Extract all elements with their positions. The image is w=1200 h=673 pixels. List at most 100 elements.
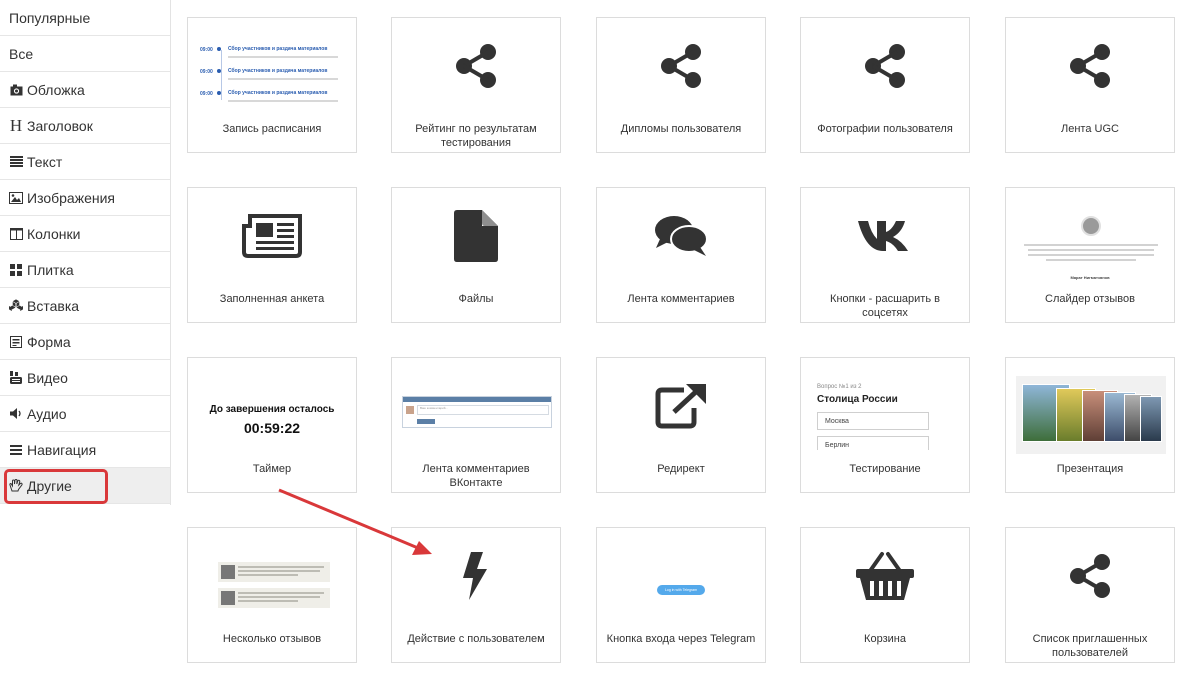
schedule-title: Сбор участников и раздача материалов xyxy=(228,46,328,52)
menu-lines-icon xyxy=(9,443,23,457)
block-card-redirect[interactable]: Редирект xyxy=(596,357,766,493)
card-label: Редирект xyxy=(657,463,705,475)
sidebar-item-popular[interactable]: Популярные xyxy=(0,0,170,36)
sidebar-item-form[interactable]: Форма xyxy=(0,324,170,360)
comments-icon xyxy=(654,215,708,262)
sidebar-item-cover[interactable]: Обложка xyxy=(0,72,170,108)
card-label: Действие с пользователем xyxy=(407,633,545,645)
card-label: Файлы xyxy=(458,293,494,305)
speaker-icon xyxy=(9,407,23,421)
card-label: Рейтинг по результатам тестирования xyxy=(415,123,537,149)
block-card-timer[interactable]: До завершения осталось 00:59:22 Таймер xyxy=(187,357,357,493)
card-label: Фотографии пользователя xyxy=(817,123,953,135)
sidebar-item-label: Текст xyxy=(27,153,63,170)
card-label: Тестирование xyxy=(849,463,921,475)
text-lines-icon xyxy=(9,155,23,169)
block-card-filled-form[interactable]: Заполненная анкета xyxy=(187,187,357,323)
block-card-comments-feed[interactable]: Лента комментариев xyxy=(596,187,766,323)
sidebar-item-label: Другие xyxy=(27,477,72,494)
sidebar-item-label: Обложка xyxy=(27,81,85,98)
cubes-icon xyxy=(9,299,23,313)
sidebar-item-columns[interactable]: Колонки xyxy=(0,216,170,252)
sidebar-item-audio[interactable]: Аудио xyxy=(0,396,170,432)
block-card-user-action[interactable]: Действие с пользователем xyxy=(391,527,561,663)
block-card-multiple-reviews[interactable]: Несколько отзывов xyxy=(187,527,357,663)
sidebar-item-embed[interactable]: Вставка xyxy=(0,288,170,324)
sidebar-item-other[interactable]: Другие xyxy=(0,468,170,504)
schedule-preview: 09:00 Сбор участников и раздача материало… xyxy=(200,46,348,112)
sidebar-item-label: Форма xyxy=(27,333,71,350)
schedule-title: Сбор участников и раздача материалов xyxy=(228,90,328,96)
answer-option: Москва xyxy=(817,412,929,430)
sidebar-item-label: Навигация xyxy=(27,441,97,458)
block-card-schedule[interactable]: 09:00 Сбор участников и раздача материало… xyxy=(187,17,357,153)
block-card-social-share[interactable]: Кнопки - расшарить в соцсетях xyxy=(800,187,970,323)
card-label: Слайдер отзывов xyxy=(1045,293,1135,305)
card-label: Лента комментариев xyxy=(627,293,735,305)
sidebar-item-video[interactable]: Видео xyxy=(0,360,170,396)
card-label: Презентация xyxy=(1056,463,1124,475)
card-label: Заполненная анкета xyxy=(219,293,325,305)
card-label: Кнопки - расшарить в соцсетях xyxy=(830,293,940,319)
sidebar-item-label: Видео xyxy=(27,369,68,386)
sidebar-item-tiles[interactable]: Плитка xyxy=(0,252,170,288)
schedule-time: 09:00 xyxy=(200,69,213,75)
block-card-invited-users[interactable]: Список приглашенных пользователей xyxy=(1005,527,1175,663)
sidebar-item-label: Плитка xyxy=(27,261,74,278)
sidebar-item-images[interactable]: Изображения xyxy=(0,180,170,216)
block-card-ugc-feed[interactable]: Лента UGC xyxy=(1005,17,1175,153)
card-label: Лента комментариев ВКонтакте xyxy=(422,463,530,489)
image-icon xyxy=(9,191,23,205)
review-preview xyxy=(218,588,330,608)
reviewer-name: Марат Нигматзянов xyxy=(1070,275,1110,280)
share-icon xyxy=(1067,553,1113,604)
block-card-testing[interactable]: Вопрос №1 из 2 Столица России Москва Бер… xyxy=(800,357,970,493)
block-card-diplomas[interactable]: Дипломы пользователя xyxy=(596,17,766,153)
sidebar-item-heading[interactable]: H Заголовок xyxy=(0,108,170,144)
card-label: Список приглашенных пользователей xyxy=(1032,633,1148,659)
sidebar-item-text[interactable]: Текст xyxy=(0,144,170,180)
block-card-files[interactable]: Файлы xyxy=(391,187,561,323)
block-card-telegram-login[interactable]: Log in with Telegram Кнопка входа через … xyxy=(596,527,766,663)
sidebar-item-label: Изображения xyxy=(27,189,115,206)
sidebar-item-all[interactable]: Все xyxy=(0,36,170,72)
category-sidebar: Популярные Все Обложка H Заголовок Текст… xyxy=(0,0,171,505)
heading-icon: H xyxy=(9,115,23,135)
bolt-icon xyxy=(463,551,489,605)
review-preview xyxy=(218,562,330,582)
block-card-test-rating[interactable]: Рейтинг по результатам тестирования xyxy=(391,17,561,153)
sidebar-item-label: Все xyxy=(9,45,34,62)
vk-icon xyxy=(856,219,914,258)
share-icon xyxy=(862,43,908,94)
hand-icon xyxy=(9,479,23,493)
sidebar-item-label: Аудио xyxy=(27,405,67,422)
block-card-presentation[interactable]: Презентация xyxy=(1005,357,1175,493)
tiles-icon xyxy=(9,263,23,277)
question-title: Столица России xyxy=(817,394,898,405)
presentation-preview xyxy=(1016,376,1166,454)
sidebar-item-label: Популярные xyxy=(9,9,91,26)
card-label: Кнопка входа через Telegram xyxy=(606,633,756,645)
schedule-title: Сбор участников и раздача материалов xyxy=(228,68,328,74)
vk-comment-input: Ваш комментарий... xyxy=(417,405,549,415)
card-label: Запись расписания xyxy=(222,123,322,135)
block-card-vk-comments[interactable]: Ваш комментарий... Лента комментариев ВК… xyxy=(391,357,561,493)
share-icon xyxy=(1067,43,1113,94)
card-label: Корзина xyxy=(864,633,906,645)
question-number: Вопрос №1 из 2 xyxy=(817,384,862,390)
block-card-user-photos[interactable]: Фотографии пользователя xyxy=(800,17,970,153)
sidebar-item-navigation[interactable]: Навигация xyxy=(0,432,170,468)
card-label: Таймер xyxy=(252,463,292,475)
newspaper-icon xyxy=(242,213,302,263)
schedule-time: 09:00 xyxy=(200,91,213,97)
file-icon xyxy=(454,209,498,267)
answer-option: Берлин xyxy=(817,436,929,450)
external-link-icon xyxy=(654,382,708,435)
card-label: Лента UGC xyxy=(1061,123,1119,135)
block-card-review-slider[interactable]: Марат Нигматзянов Слайдер отзывов xyxy=(1005,187,1175,323)
sidebar-item-label: Колонки xyxy=(27,225,81,242)
camera-icon xyxy=(9,83,23,97)
block-card-basket[interactable]: Корзина xyxy=(800,527,970,663)
card-label: Несколько отзывов xyxy=(222,633,322,645)
youtube-icon xyxy=(9,371,23,385)
